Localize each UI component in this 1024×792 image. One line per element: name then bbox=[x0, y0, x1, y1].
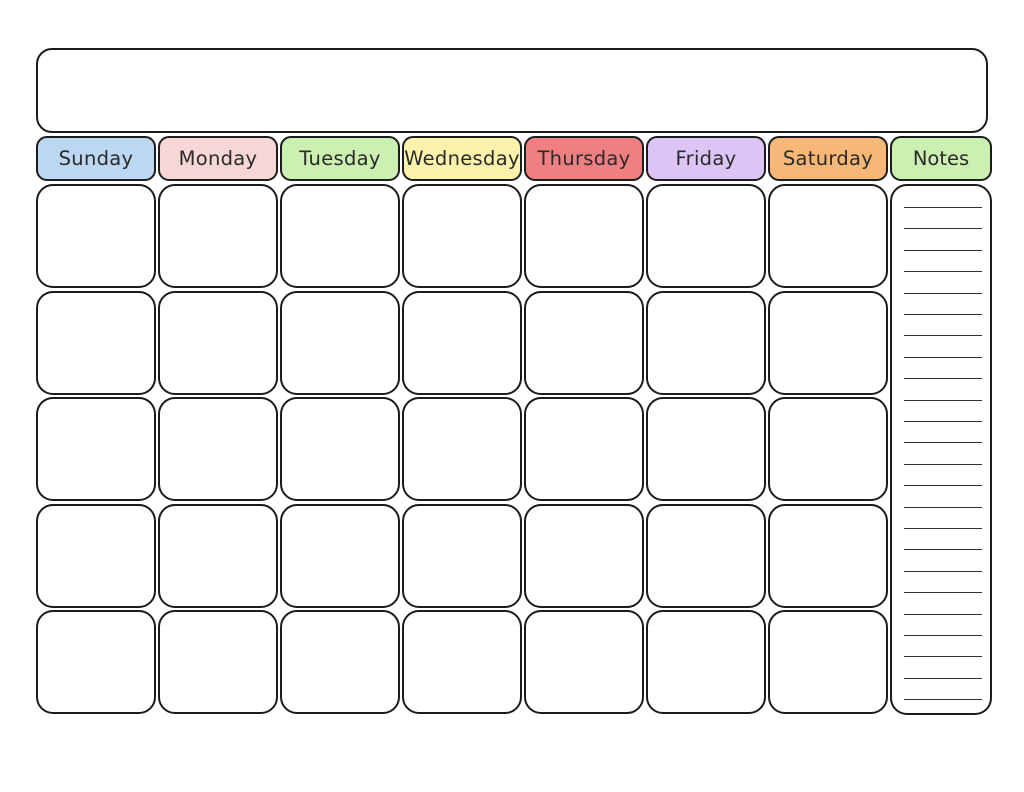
notes-rule-line[interactable] bbox=[904, 677, 982, 679]
notes-rule-line[interactable] bbox=[904, 570, 982, 572]
day-cell[interactable] bbox=[158, 503, 278, 608]
weekday-header-wednesday: Wednesday bbox=[402, 136, 522, 181]
day-cell[interactable] bbox=[646, 290, 766, 395]
weekday-header-saturday: Saturday bbox=[768, 136, 888, 181]
day-cell[interactable] bbox=[36, 184, 156, 288]
day-cell[interactable] bbox=[280, 184, 400, 288]
notes-rule-line[interactable] bbox=[904, 271, 982, 273]
day-cell[interactable] bbox=[524, 610, 644, 714]
notes-rule-line[interactable] bbox=[904, 207, 982, 208]
day-cell[interactable] bbox=[158, 290, 278, 395]
weekday-header-label: Wednesday bbox=[404, 147, 520, 170]
day-cell[interactable] bbox=[158, 610, 278, 714]
day-cell[interactable] bbox=[402, 397, 522, 501]
weekday-header-label: Tuesday bbox=[299, 147, 381, 170]
month-title-bar[interactable] bbox=[36, 48, 988, 133]
notes-rule-line[interactable] bbox=[904, 442, 982, 444]
notes-header-label: Notes bbox=[912, 147, 970, 170]
day-cell[interactable] bbox=[36, 290, 156, 395]
weekday-header-thursday: Thursday bbox=[524, 136, 644, 181]
weekday-header-label: Monday bbox=[178, 147, 258, 170]
notes-rule-line[interactable] bbox=[904, 506, 982, 508]
day-cell[interactable] bbox=[768, 184, 888, 288]
weekday-header-label: Friday bbox=[675, 147, 737, 170]
day-cell[interactable] bbox=[768, 290, 888, 395]
day-cell[interactable] bbox=[280, 397, 400, 501]
notes-rule-line[interactable] bbox=[904, 421, 982, 422]
day-cell[interactable] bbox=[646, 184, 766, 288]
weekday-header-row: Sunday Monday Tuesday Wednesday Thursday Frid… bbox=[36, 136, 992, 181]
notes-panel[interactable] bbox=[890, 184, 992, 715]
notes-rule-line[interactable] bbox=[904, 699, 982, 701]
day-cell[interactable] bbox=[36, 610, 156, 714]
notes-rule-line[interactable] bbox=[904, 656, 982, 658]
day-cell[interactable] bbox=[768, 503, 888, 608]
notes-rule-line[interactable] bbox=[904, 249, 982, 251]
day-cell[interactable] bbox=[158, 184, 278, 288]
notes-rule-line[interactable] bbox=[904, 228, 982, 230]
calendar-template: Sunday Monday Tuesday Wednesday Thursday Frid… bbox=[0, 0, 1024, 792]
weekday-header-sunday: Sunday bbox=[36, 136, 156, 181]
weekday-header-label: Sunday bbox=[58, 147, 134, 170]
weekday-header-label: Thursday bbox=[537, 147, 631, 170]
notes-rule-line[interactable] bbox=[904, 613, 982, 615]
day-cell-grid bbox=[36, 184, 888, 715]
day-cell[interactable] bbox=[36, 397, 156, 501]
day-cell[interactable] bbox=[158, 397, 278, 501]
weekday-header-label: Saturday bbox=[782, 147, 874, 170]
notes-rule-line[interactable] bbox=[904, 635, 982, 636]
day-cell[interactable] bbox=[36, 503, 156, 608]
notes-header: Notes bbox=[890, 136, 992, 181]
notes-rule-line[interactable] bbox=[904, 399, 982, 401]
notes-rule-line[interactable] bbox=[904, 485, 982, 487]
day-cell[interactable] bbox=[402, 503, 522, 608]
notes-rule-line[interactable] bbox=[904, 592, 982, 594]
notes-rule-line[interactable] bbox=[904, 356, 982, 358]
notes-rule-line[interactable] bbox=[904, 292, 982, 294]
notes-rule-line[interactable] bbox=[904, 549, 982, 551]
day-cell[interactable] bbox=[280, 290, 400, 395]
weekday-header-monday: Monday bbox=[158, 136, 278, 181]
day-cell[interactable] bbox=[524, 503, 644, 608]
notes-rule-line[interactable] bbox=[904, 528, 982, 529]
day-cell[interactable] bbox=[280, 503, 400, 608]
notes-rule-line[interactable] bbox=[904, 463, 982, 465]
day-cell[interactable] bbox=[524, 184, 644, 288]
day-cell[interactable] bbox=[402, 290, 522, 395]
day-cell[interactable] bbox=[646, 610, 766, 714]
day-cell[interactable] bbox=[646, 397, 766, 501]
day-cell[interactable] bbox=[524, 290, 644, 395]
weekday-header-tuesday: Tuesday bbox=[280, 136, 400, 181]
day-cell[interactable] bbox=[402, 184, 522, 288]
day-cell[interactable] bbox=[646, 503, 766, 608]
day-cell[interactable] bbox=[524, 397, 644, 501]
day-cell[interactable] bbox=[402, 610, 522, 714]
notes-rule-line[interactable] bbox=[904, 314, 982, 315]
weekday-header-friday: Friday bbox=[646, 136, 766, 181]
day-cell[interactable] bbox=[768, 397, 888, 501]
day-cell[interactable] bbox=[280, 610, 400, 714]
day-cell[interactable] bbox=[768, 610, 888, 714]
notes-rule-line[interactable] bbox=[904, 335, 982, 337]
notes-rule-line[interactable] bbox=[904, 378, 982, 380]
